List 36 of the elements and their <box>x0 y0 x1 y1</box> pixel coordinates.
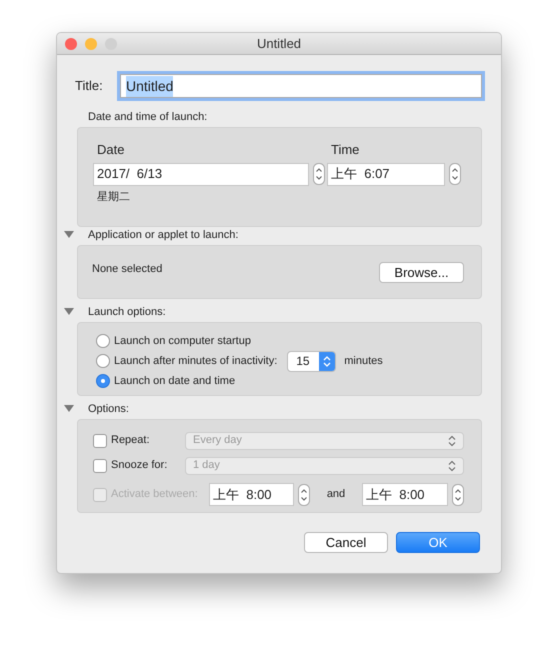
title-field[interactable]: Untitled <box>120 74 482 98</box>
section-label: Options: <box>88 402 129 417</box>
stepper[interactable] <box>313 163 325 185</box>
window-title: Untitled <box>256 34 302 52</box>
field-label: Time <box>330 141 360 159</box>
checkbox[interactable] <box>93 458 107 472</box>
dialog-button[interactable]: Cancel <box>304 532 388 553</box>
selection-text: None selected <box>92 262 162 278</box>
stepper[interactable] <box>298 484 310 506</box>
window-button[interactable] <box>65 38 77 50</box>
field-label: Date <box>96 141 126 159</box>
section-label: Application or applet to launch: <box>88 228 238 243</box>
time-field[interactable]: 上午 6:07 <box>327 162 445 186</box>
unit-label: minutes <box>344 354 383 369</box>
section-label: Launch options: <box>88 304 166 320</box>
option-label: Launch after minutes of inactivity: <box>114 354 278 369</box>
radio-button[interactable] <box>96 334 110 348</box>
radio-button[interactable] <box>96 374 110 388</box>
radio-button[interactable] <box>96 354 110 368</box>
stepper[interactable] <box>452 484 464 506</box>
minutes-field[interactable]: 15 <box>287 350 336 372</box>
option-label: Launch on date and time <box>114 374 236 389</box>
updown-arrows-icon <box>448 434 456 446</box>
stepper-icon <box>319 352 336 370</box>
checkbox[interactable] <box>93 434 107 448</box>
joiner-label: and <box>326 487 346 502</box>
stepper[interactable] <box>449 163 461 185</box>
option-label: Launch on computer startup <box>114 334 251 349</box>
field-label: Title: <box>75 77 104 96</box>
option-label: Repeat: <box>111 433 151 448</box>
weekday-label: 星期二 <box>96 190 131 204</box>
updown-arrows-icon <box>448 460 456 472</box>
option-label: Snooze for: <box>111 458 168 474</box>
date-field[interactable]: 2017/ 6/13 <box>93 162 309 186</box>
section-label: Date and time of launch: <box>88 110 208 125</box>
browse-button[interactable]: Browse... <box>379 262 464 282</box>
